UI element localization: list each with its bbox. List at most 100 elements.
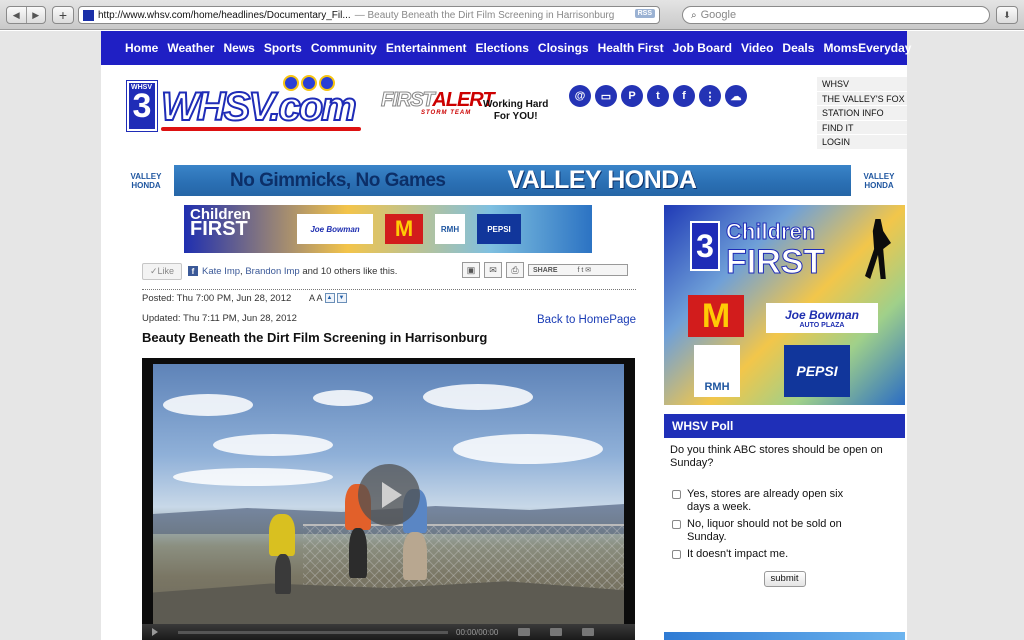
sidebar-cf-line-1: Children <box>725 219 816 245</box>
pinterest-icon[interactable]: P <box>621 85 643 107</box>
sidebar-channel-3-badge: 3 <box>690 221 720 271</box>
print-icon[interactable]: ⎙ <box>506 262 524 278</box>
social-icons: @ ▭ P t f ⋮ ☁ <box>569 85 751 107</box>
fullscreen-icon[interactable] <box>582 628 595 636</box>
hiker-blue-legs <box>403 532 427 580</box>
side-link-whsv[interactable]: WHSV <box>817 77 907 92</box>
twitter-icon[interactable]: t <box>647 85 669 107</box>
poll-checkbox[interactable] <box>672 490 681 499</box>
friend-link-kate[interactable]: Kate Imp <box>202 266 240 277</box>
mobile-icon[interactable]: ▭ <box>595 85 617 107</box>
volume-icon[interactable] <box>518 628 531 636</box>
rmh-logo: RMH <box>435 214 465 244</box>
logo-number: 3 <box>132 86 152 125</box>
decrease-text-icon[interactable]: ▼ <box>336 293 347 303</box>
cloud <box>453 434 603 464</box>
poll-submit-button[interactable]: submit <box>763 571 806 587</box>
facebook-icon[interactable]: f <box>673 85 695 107</box>
add-bookmark-button[interactable]: + <box>52 6 74 24</box>
nav-item-momseveryday[interactable]: MomsEveryday <box>823 41 911 55</box>
email-alerts-icon[interactable]: @ <box>569 85 591 107</box>
mcdonalds-logo: M <box>385 214 423 244</box>
whsv-logo[interactable]: WHSV 3 WHSV.com <box>127 75 363 137</box>
rss-button[interactable]: RSS <box>634 9 655 18</box>
nav-item-deals[interactable]: Deals <box>782 41 814 55</box>
nav-item-home[interactable]: Home <box>125 41 158 55</box>
honda-logo-right-line-2: HONDA <box>864 180 894 190</box>
poll-checkbox[interactable] <box>672 550 681 559</box>
nav-item-video[interactable]: Video <box>741 41 773 55</box>
weather-app-icon[interactable]: ☁ <box>725 85 747 107</box>
sidebar-mcdonalds-logo: M <box>688 295 744 337</box>
side-link-login[interactable]: LOGIN <box>817 135 907 150</box>
share-button[interactable]: SHARE f t ✉ <box>528 264 628 276</box>
tagline-line-2: For YOU! <box>493 111 538 122</box>
side-link-station-info[interactable]: STATION INFO <box>817 106 907 121</box>
poll-option-no[interactable]: No, liquor should not be sold on Sunday. <box>672 518 905 544</box>
traffic-icon[interactable]: ⋮ <box>699 85 721 107</box>
phone-icon <box>319 75 335 91</box>
nav-item-health-first[interactable]: Health First <box>598 41 664 55</box>
side-link-find-it[interactable]: FIND IT <box>817 120 907 135</box>
save-icon[interactable]: ▣ <box>462 262 480 278</box>
hiker-orange-legs <box>349 528 367 578</box>
video-player[interactable]: 00:00/00:00 <box>142 358 635 640</box>
honda-logo-right-line-1: VALLEY <box>863 171 895 181</box>
email-icon[interactable]: ✉ <box>484 262 502 278</box>
pepsi-logo: PEPSI <box>477 214 521 244</box>
nav-item-sports[interactable]: Sports <box>264 41 302 55</box>
nav-item-job-board[interactable]: Job Board <box>673 41 732 55</box>
sidebar-cf-line-2: FIRST <box>725 243 825 282</box>
back-to-homepage-link[interactable]: Back to HomePage <box>537 314 636 326</box>
nav-item-news[interactable]: News <box>223 41 254 55</box>
honda-logo-line-2: HONDA <box>131 180 161 190</box>
main-navigation: Home Weather News Sports Community Enter… <box>101 31 911 65</box>
side-link-valleys-fox[interactable]: THE VALLEY'S FOX <box>817 91 907 106</box>
joe-bowman-text: Joe Bowman <box>784 307 859 322</box>
logo-bubbles <box>283 75 337 91</box>
nav-item-elections[interactable]: Elections <box>476 41 529 55</box>
article-title: Beauty Beneath the Dirt Film Screening i… <box>142 330 488 345</box>
seek-bar[interactable] <box>178 630 448 634</box>
sidebar-joe-bowman-logo: Joe Bowman AUTO PLAZA <box>766 303 878 333</box>
video-frame[interactable] <box>153 364 624 624</box>
play-button[interactable] <box>358 464 420 526</box>
like-rest-text: and 10 others like this. <box>299 265 398 277</box>
site-favicon-icon <box>83 9 94 21</box>
increase-text-icon[interactable]: ▲ <box>324 293 335 303</box>
facebook-icon-small: f <box>188 266 198 276</box>
facebook-like-button[interactable]: ✓ Like <box>142 262 182 280</box>
address-bar[interactable]: http://www.whsv.com/home/headlines/Docum… <box>78 6 660 24</box>
poll-checkbox[interactable] <box>672 520 681 529</box>
friend-link-brandon[interactable]: Brandon Imp <box>245 266 299 277</box>
nav-item-community[interactable]: Community <box>311 41 377 55</box>
next-ad-strip[interactable] <box>664 632 905 640</box>
tv-icon <box>283 75 299 91</box>
search-input[interactable]: ⌕ Google <box>682 6 990 24</box>
children-first-sidebar-ad[interactable]: 3 Children FIRST M Joe Bowman AUTO PLAZA… <box>664 205 905 405</box>
text-size-controls: A A ▲ ▼ <box>309 293 347 303</box>
site-container: Home Weather News Sports Community Enter… <box>101 31 911 640</box>
back-icon[interactable]: ◀ <box>7 7 27 23</box>
computer-icon <box>301 75 317 91</box>
search-icon: ⌕ <box>691 9 697 21</box>
nav-item-entertainment[interactable]: Entertainment <box>386 41 467 55</box>
nav-item-closings[interactable]: Closings <box>538 41 589 55</box>
valley-honda-banner-ad[interactable]: VALLEY HONDA No Gimmicks, No Games VALLE… <box>118 165 907 196</box>
children-first-banner-ad[interactable]: Children FIRST Joe Bowman M RMH PEPSI <box>184 205 592 253</box>
like-label: Like <box>157 266 175 276</box>
cloud <box>163 394 253 416</box>
captions-icon[interactable] <box>550 628 563 636</box>
downloads-button[interactable]: ⬇ <box>996 6 1018 24</box>
control-play-icon[interactable] <box>152 628 158 636</box>
nav-item-weather[interactable]: Weather <box>167 41 214 55</box>
poll-option-no-impact[interactable]: It doesn't impact me. <box>672 548 905 561</box>
text-size-label: A A <box>309 293 323 303</box>
first-alert-first: FIRST <box>380 89 433 112</box>
hiker-yellow-jacket <box>269 514 295 556</box>
poll-option-yes[interactable]: Yes, stores are already open six days a … <box>672 488 905 514</box>
forward-icon[interactable]: ▶ <box>27 7 46 23</box>
first-alert-logo[interactable]: FIRSTALERT STORM TEAM <box>380 89 494 117</box>
joe-bowman-logo: Joe Bowman <box>297 214 373 244</box>
article-tools: ▣ ✉ ⎙ SHARE f t ✉ <box>462 262 632 278</box>
